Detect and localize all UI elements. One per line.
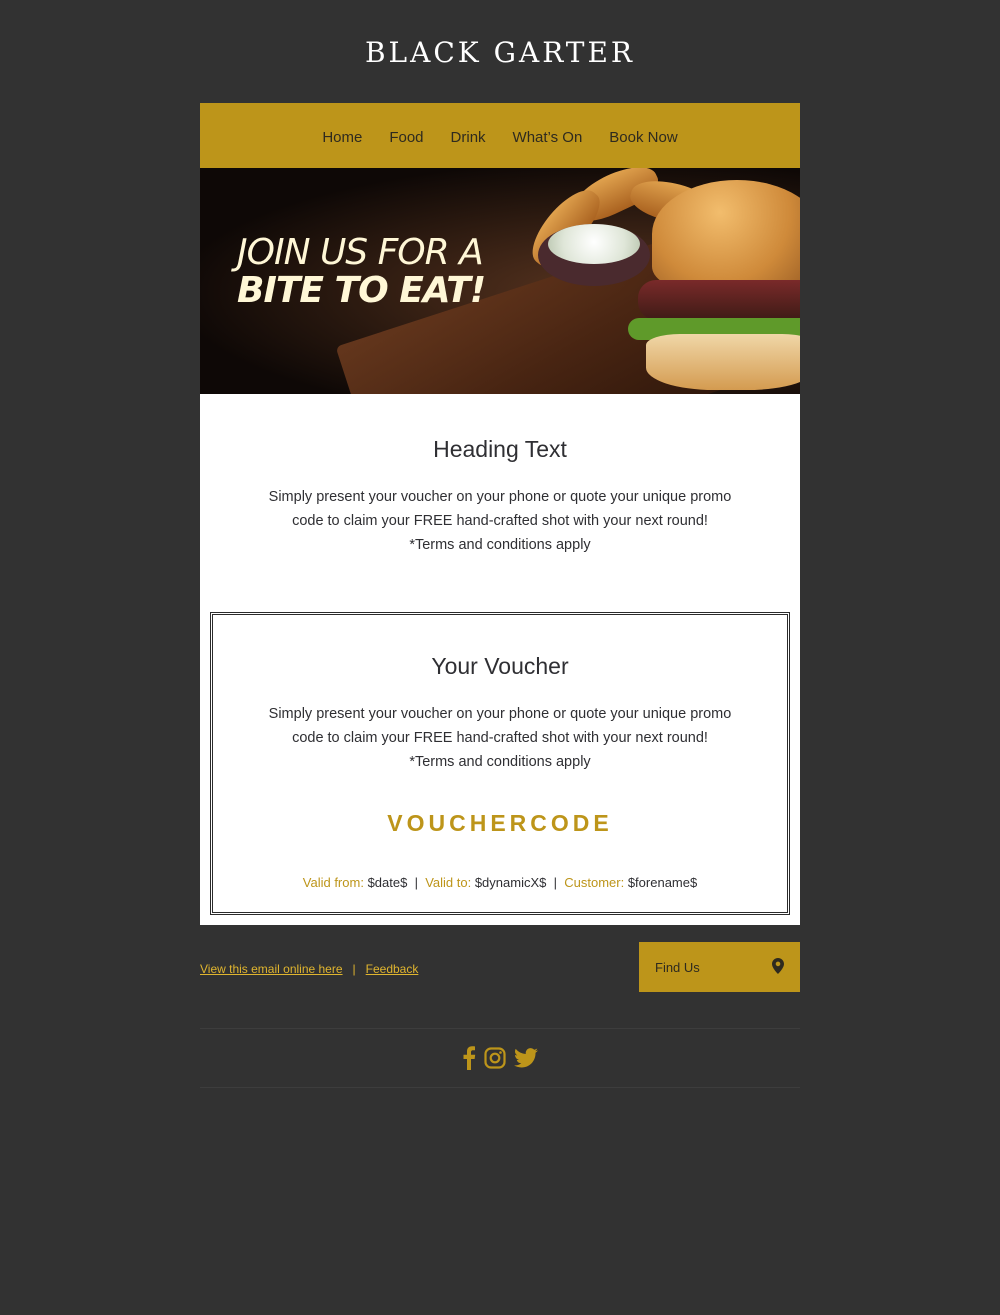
hero-burger-bun [652, 180, 800, 288]
nav-home[interactable]: Home [309, 129, 376, 146]
footer-links: View this email online here | Feedback [200, 962, 418, 976]
voucher-heading: Your Voucher [431, 653, 569, 679]
valid-to-value: $dynamicX$ [474, 875, 547, 890]
voucher-terms: *Terms and conditions apply [409, 754, 591, 770]
footer-divider-bottom [200, 1087, 800, 1088]
hero-burger-meat [638, 280, 800, 320]
valid-from-label: Valid from: [302, 875, 364, 890]
footer-link-separator: | [352, 962, 356, 976]
intro-line-1: Simply present your voucher on your phon… [268, 489, 732, 505]
intro-terms: *Terms and conditions apply [409, 537, 591, 553]
hero-line-2: BITE TO EAT! [237, 269, 486, 311]
nav-book-now[interactable]: Book Now [596, 129, 691, 146]
nav-whats-on[interactable]: What’s On [499, 129, 596, 146]
find-us-button[interactable]: Find Us [639, 942, 800, 992]
nav-food[interactable]: Food [376, 129, 437, 146]
voucher-validity: Valid from: $date$ | Valid to: $dynamicX… [233, 875, 767, 890]
voucher-line-1: Simply present your voucher on your phon… [268, 706, 732, 722]
intro-line-2: code to claim your FREE hand-crafted sho… [292, 513, 708, 529]
email-footer: View this email online here | Feedback Fin… [200, 942, 800, 1028]
intro-heading: Heading Text [433, 436, 567, 462]
hero-banner: JOIN US FOR A BITE TO EAT! [200, 168, 800, 394]
instagram-icon[interactable] [484, 1047, 506, 1069]
email-container: Home Food Drink What’s On Book Now JOIN … [200, 103, 800, 1088]
content-card: Heading Text Simply present your voucher… [200, 394, 800, 925]
feedback-link[interactable]: Feedback [366, 962, 419, 976]
valid-to-label: Valid to: [425, 875, 472, 890]
view-online-link[interactable]: View this email online here [200, 962, 343, 976]
social-links [200, 1029, 800, 1087]
voucher-box: Your Voucher Simply present your voucher… [210, 612, 790, 915]
find-us-label: Find Us [655, 959, 700, 975]
voucher-code: VOUCHERCODE [387, 810, 613, 836]
customer-label: Customer: [564, 875, 625, 890]
facebook-icon[interactable] [462, 1046, 476, 1070]
map-pin-icon [772, 957, 784, 977]
validity-separator: | [553, 875, 557, 890]
valid-from-value: $date$ [367, 875, 408, 890]
nav-drink[interactable]: Drink [437, 129, 499, 146]
hero-headline: JOIN US FOR A BITE TO EAT! [237, 232, 486, 311]
hero-burger-bun-bottom [646, 334, 800, 390]
hero-dip [548, 224, 640, 264]
voucher-line-2: code to claim your FREE hand-crafted sho… [292, 730, 708, 746]
main-nav: Home Food Drink What’s On Book Now [200, 103, 800, 168]
customer-value: $forename$ [627, 875, 698, 890]
validity-separator: | [414, 875, 418, 890]
twitter-icon[interactable] [514, 1048, 538, 1068]
brand-title: BLACK GARTER [364, 36, 635, 69]
hero-line-1: JOIN US FOR A [237, 232, 484, 273]
